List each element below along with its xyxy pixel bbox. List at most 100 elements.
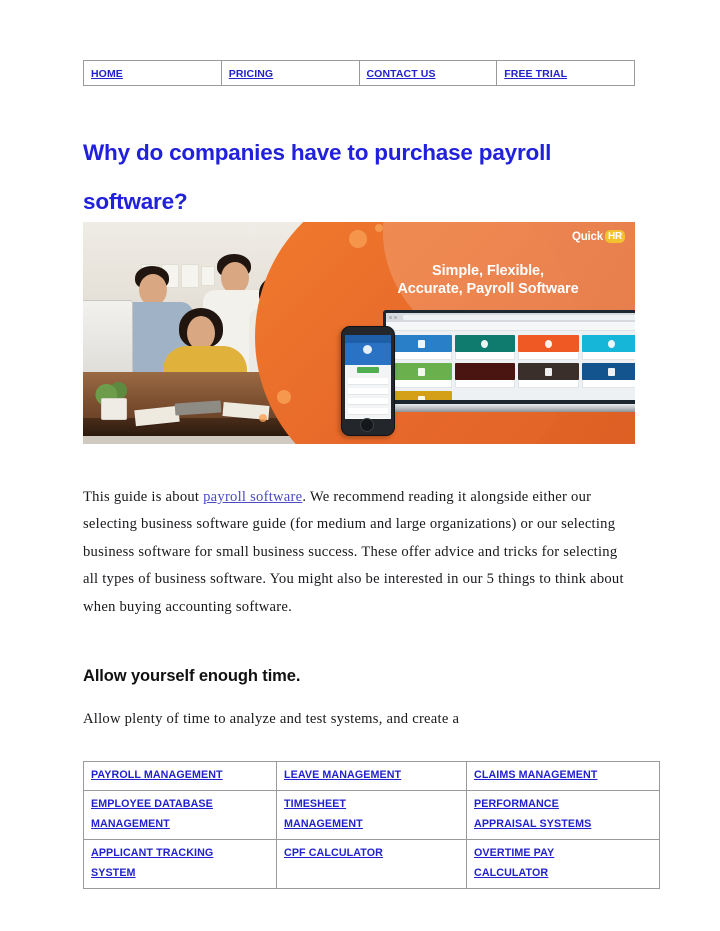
dashboard-tile	[391, 335, 452, 360]
hero-banner-image: Quick HR Simple, Flexible, Accurate, Pay…	[83, 222, 635, 444]
nav-cell-free-trial: FREE TRIAL	[496, 60, 635, 86]
document-page: HOME PRICING CONTACT US FREE TRIAL Why d…	[0, 0, 720, 931]
tile-label	[454, 380, 515, 388]
intro-text-after-link: . We recommend reading it alongside eith…	[83, 489, 624, 615]
tile-label	[454, 352, 515, 360]
tile-claims	[391, 391, 452, 400]
list-item	[348, 388, 388, 395]
tile-deductions	[518, 335, 579, 352]
footer-cell: APPLICANT TRACKING SYSTEM	[83, 838, 277, 889]
search-icon	[544, 339, 552, 348]
tile-label	[581, 352, 635, 360]
tile-label	[581, 380, 635, 388]
banner-tagline-line-1: Simple, Flexible,	[432, 263, 544, 279]
dashboard-tile	[391, 363, 452, 388]
dashboard-tile	[518, 335, 579, 360]
footer-cell: CLAIMS MANAGEMENT	[466, 761, 660, 791]
footer-link-timesheet-management[interactable]: TIMESHEET MANAGEMENT	[284, 798, 363, 831]
search-icon	[481, 339, 489, 348]
link-line: APPLICANT TRACKING	[91, 846, 214, 859]
decorative-dot	[277, 390, 291, 404]
browser-address-bar	[403, 315, 635, 320]
tile-dimensions	[454, 335, 515, 352]
link-line: CLAIMS MANAGEMENT	[474, 769, 598, 781]
upload-icon	[608, 367, 616, 376]
wall-panel	[201, 266, 215, 286]
tile-label	[518, 380, 579, 388]
phone-primary-button	[357, 367, 379, 373]
footer-link-cpf-calculator[interactable]: CPF CALCULATOR	[284, 847, 383, 859]
table-row: PAYROLL MANAGEMENT LEAVE MANAGEMENT CLAI…	[83, 761, 660, 791]
footer-link-employee-database-management[interactable]: EMPLOYEE DATABASE MANAGEMENT	[91, 798, 213, 831]
footer-link-overtime-pay-calculator[interactable]: OVERTIME PAY CALCULATOR	[474, 847, 554, 880]
link-line: MANAGEMENT	[91, 818, 170, 830]
link-line: MANAGEMENT	[284, 818, 363, 830]
list-item	[348, 378, 388, 385]
phone-home-button	[360, 418, 374, 432]
document-icon	[417, 339, 425, 348]
link-line: TIMESHEET	[284, 797, 347, 810]
nav-link-home[interactable]: HOME	[91, 68, 123, 80]
top-nav-table: HOME PRICING CONTACT US FREE TRIAL	[83, 60, 635, 86]
nav-cell-pricing: PRICING	[220, 60, 360, 86]
browser-dot	[394, 316, 397, 319]
footer-cell: EMPLOYEE DATABASE MANAGEMENT	[83, 789, 277, 840]
nav-link-free-trial[interactable]: FREE TRIAL	[504, 68, 567, 80]
footer-cell: PERFORMANCE APPRAISAL SYSTEMS	[466, 789, 660, 840]
tile-report	[454, 363, 515, 380]
link-line: EMPLOYEE DATABASE	[91, 797, 213, 810]
footer-link-performance-appraisal-systems[interactable]: PERFORMANCE APPRAISAL SYSTEMS	[474, 798, 591, 831]
link-line: PAYROLL MANAGEMENT	[91, 769, 223, 781]
dashboard-tile	[454, 335, 515, 360]
link-line: CPF CALCULATOR	[284, 846, 383, 859]
laptop-mockup	[361, 310, 635, 416]
tile-recurring	[581, 335, 635, 352]
decorative-dot	[349, 230, 367, 248]
dashboard-tile	[518, 363, 579, 388]
footer-link-payroll-management[interactable]: PAYROLL MANAGEMENT	[91, 769, 223, 781]
footer-links-table: PAYROLL MANAGEMENT LEAVE MANAGEMENT CLAI…	[83, 761, 660, 889]
unlock-icon	[544, 367, 552, 376]
payroll-software-link[interactable]: payroll software	[203, 489, 302, 505]
decorative-dot	[375, 224, 383, 232]
table-row: EMPLOYEE DATABASE MANAGEMENT TIMESHEET MAN…	[83, 789, 660, 840]
phone-screen	[345, 335, 391, 419]
footer-link-claims-management[interactable]: CLAIMS MANAGEMENT	[474, 769, 597, 781]
logo-badge: HR	[604, 230, 625, 243]
refresh-icon	[608, 339, 616, 348]
plant-pot	[101, 398, 127, 420]
nav-cell-contact-us: CONTACT US	[358, 60, 498, 86]
link-line: SYSTEM	[91, 867, 136, 879]
list-item	[348, 398, 388, 405]
phone-mockup	[341, 326, 395, 436]
link-line: PERFORMANCE	[474, 797, 559, 810]
footer-link-applicant-tracking-system[interactable]: APPLICANT TRACKING SYSTEM	[91, 847, 213, 880]
footer-cell: CPF CALCULATOR	[276, 838, 467, 889]
app-header-bar	[386, 322, 635, 331]
dashboard-tile	[391, 391, 452, 400]
tile-label	[391, 380, 452, 388]
decorative-dot	[259, 414, 267, 422]
laptop-screen	[383, 310, 635, 404]
browser-dot	[389, 316, 392, 319]
banner-tagline-line-2: Accurate, Payroll Software	[397, 281, 579, 297]
laptop-base	[361, 404, 635, 412]
dashboard-tile-grid	[386, 331, 635, 400]
nav-cell-home: HOME	[83, 60, 222, 86]
footer-link-leave-management[interactable]: LEAVE MANAGEMENT	[284, 769, 401, 781]
list-item	[348, 408, 388, 415]
tile-payroll	[391, 363, 452, 380]
dashboard-tile	[454, 363, 515, 388]
nav-link-pricing[interactable]: PRICING	[229, 68, 273, 80]
footer-cell: PAYROLL MANAGEMENT	[83, 761, 277, 791]
page-title: Why do companies have to purchase payrol…	[83, 140, 552, 214]
laptop-screen-content	[386, 313, 635, 400]
tile-accounts	[391, 335, 452, 352]
intro-paragraph: This guide is about payroll software. We…	[83, 484, 635, 621]
tile-label	[391, 352, 452, 360]
user-icon	[417, 395, 425, 400]
intro-text-before-link: This guide is about	[83, 489, 204, 505]
nav-link-contact-us[interactable]: CONTACT US	[367, 68, 436, 80]
footer-cell: TIMESHEET MANAGEMENT	[276, 789, 467, 840]
tile-payroll-upload	[581, 363, 635, 380]
